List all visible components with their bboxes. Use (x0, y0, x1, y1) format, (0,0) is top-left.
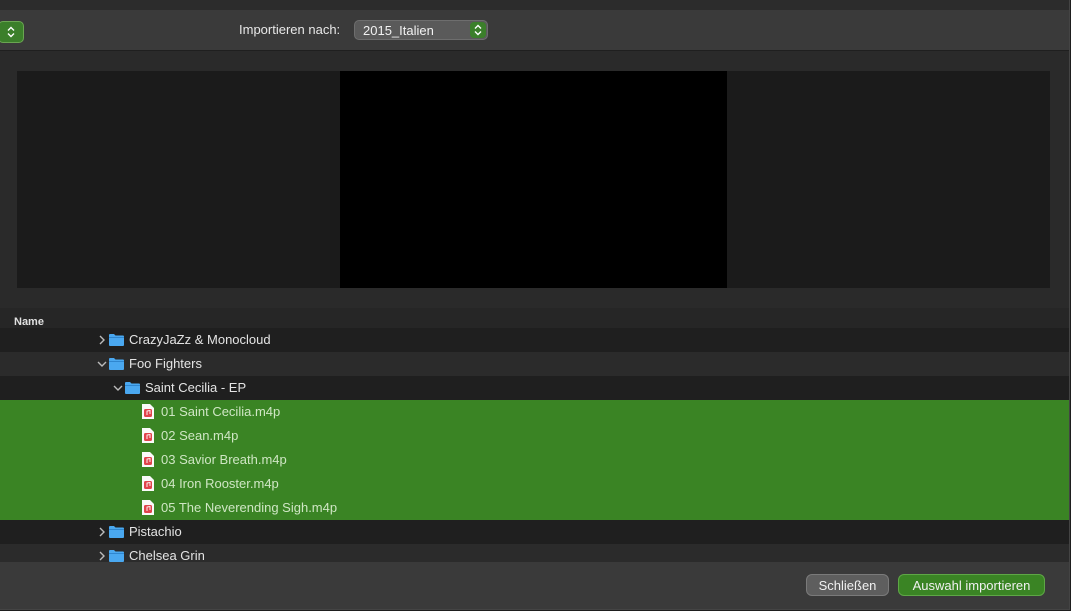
import-window: Importieren nach: 2015_Italien Name Craz… (0, 0, 1070, 610)
title-bar (0, 0, 1069, 11)
chevron-down-icon[interactable] (96, 358, 108, 370)
row-label: CrazyJaZz & Monocloud (129, 332, 271, 347)
chevron-right-icon[interactable] (96, 526, 108, 538)
import-target-value: 2015_Italien (363, 23, 434, 38)
folder-icon (109, 526, 124, 538)
up-down-chevron-icon (474, 24, 482, 36)
list-row[interactable]: Saint Cecilia - EP (0, 376, 1069, 400)
folder-icon (125, 382, 140, 394)
import-target-popup[interactable]: 2015_Italien (354, 20, 488, 40)
chevron-right-icon[interactable] (96, 550, 108, 562)
preview-area (0, 51, 1069, 308)
audio-file-icon (142, 404, 154, 419)
popup-stepper (470, 22, 486, 38)
chevron-down-icon[interactable] (112, 382, 124, 394)
chevron-right-icon[interactable] (96, 334, 108, 346)
file-list[interactable]: Name CrazyJaZz & Monocloud Foo Fighters … (0, 308, 1069, 562)
audio-file-icon (142, 500, 154, 515)
preview-frame (17, 71, 1050, 288)
row-label: Saint Cecilia - EP (145, 380, 247, 395)
close-button[interactable]: Schließen (806, 574, 889, 596)
source-popup-button[interactable] (0, 21, 24, 43)
list-row[interactable]: 04 Iron Rooster.m4p (0, 472, 1069, 496)
toolbar: Importieren nach: 2015_Italien (0, 11, 1069, 51)
folder-icon (109, 334, 124, 346)
import-to-label: Importieren nach: (239, 22, 341, 37)
list-row[interactable]: Chelsea Grin (0, 544, 1069, 562)
list-row[interactable]: 05 The Neverending Sigh.m4p (0, 496, 1069, 520)
list-row[interactable]: 03 Savior Breath.m4p (0, 448, 1069, 472)
up-down-chevron-icon (7, 26, 15, 38)
row-label: 01 Saint Cecilia.m4p (161, 404, 281, 419)
row-label: 02 Sean.m4p (161, 428, 239, 443)
row-label: 03 Savior Breath.m4p (161, 452, 287, 467)
footer-bar: Schließen Auswahl importieren (0, 562, 1069, 609)
column-header-name[interactable]: Name (14, 316, 44, 328)
audio-file-icon (142, 476, 154, 491)
row-label: Chelsea Grin (129, 548, 205, 562)
list-row[interactable]: Foo Fighters (0, 352, 1069, 376)
row-label: Foo Fighters (129, 356, 202, 371)
list-row[interactable]: 02 Sean.m4p (0, 424, 1069, 448)
row-label: 05 The Neverending Sigh.m4p (161, 500, 338, 515)
import-selection-button[interactable]: Auswahl importieren (898, 574, 1045, 596)
folder-icon (109, 550, 124, 562)
row-label: 04 Iron Rooster.m4p (161, 476, 279, 491)
folder-icon (109, 358, 124, 370)
audio-file-icon (142, 452, 154, 467)
list-row[interactable]: 01 Saint Cecilia.m4p (0, 400, 1069, 424)
list-row[interactable]: Pistachio (0, 520, 1069, 544)
row-label: Pistachio (129, 524, 182, 539)
audio-file-icon (142, 428, 154, 443)
video-preview (340, 71, 727, 288)
list-row[interactable]: CrazyJaZz & Monocloud (0, 328, 1069, 352)
